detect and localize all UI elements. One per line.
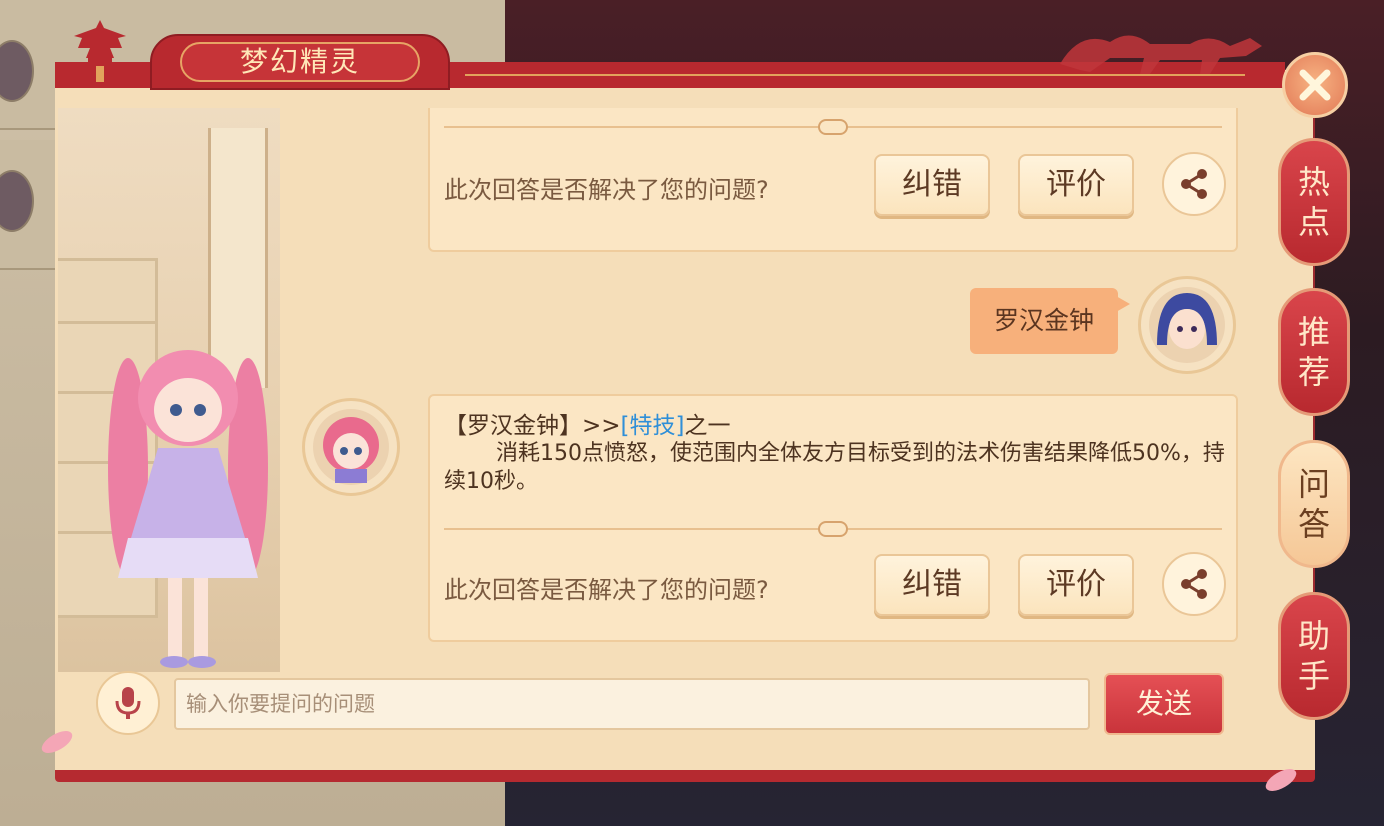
rate-button[interactable]: 评价 [1018,154,1134,216]
question-input[interactable] [174,678,1090,730]
fairy-character [108,350,268,668]
tab-assistant[interactable]: 助 手 [1278,592,1350,720]
skill-link[interactable]: [特技] [621,413,685,439]
close-icon [1299,69,1331,101]
tab-label: 推 [1297,313,1330,351]
answer-title: 【罗汉金钟】>>[特技]之一 [444,412,1234,440]
tab-label: 手 [1297,657,1330,695]
tab-label: 点 [1297,203,1330,241]
answer-title-prefix: 【罗汉金钟】>> [444,413,621,439]
feedback-question: 此次回答是否解决了您的问题? [444,176,769,204]
divider [444,119,1222,135]
title-tab: 梦幻精灵 [150,34,450,90]
tab-label: 荐 [1297,353,1330,391]
share-button[interactable] [1162,152,1226,216]
tab-hot[interactable]: 热 点 [1278,138,1350,266]
correct-button[interactable]: 纠错 [874,554,990,616]
tab-label: 问 [1297,465,1330,503]
tab-recommend[interactable]: 推 荐 [1278,288,1350,416]
voice-input-button[interactable] [96,671,160,735]
tab-label: 答 [1297,505,1330,543]
answer-body: 消耗150点愤怒，使范围内全体友方目标受到的法术伤害结果降低50%，持续10秒。 [444,441,1225,494]
send-button[interactable]: 发送 [1104,673,1224,735]
rate-button[interactable]: 评价 [1018,554,1134,616]
tab-label: 助 [1297,617,1330,655]
answer-content: 【罗汉金钟】>>[特技]之一 消耗150点愤怒，使范围内全体友方目标受到的法术伤… [444,412,1234,496]
microphone-icon [115,687,141,719]
share-icon [1181,569,1207,599]
assistant-avatar [302,398,400,496]
pagoda-icon [74,20,126,82]
close-button[interactable] [1282,52,1348,118]
user-message-bubble: 罗汉金钟 [970,288,1130,354]
user-avatar [1138,276,1236,374]
divider [444,521,1222,537]
share-button[interactable] [1162,552,1226,616]
feedback-question: 此次回答是否解决了您的问题? [444,576,769,604]
tab-label: 热 [1297,163,1330,201]
answer-title-suffix: 之一 [684,413,731,439]
feedback-card: 此次回答是否解决了您的问题? 纠错 评价 [428,108,1238,252]
chat-history[interactable]: 此次回答是否解决了您的问题? 纠错 评价 罗汉金钟 【罗汉金钟】>>[特技]之一… [280,108,1255,648]
answer-card: 【罗汉金钟】>>[特技]之一 消耗150点愤怒，使范围内全体友方目标受到的法术伤… [428,394,1238,642]
correct-button[interactable]: 纠错 [874,154,990,216]
share-icon [1181,169,1207,199]
assistant-scene [58,108,280,672]
window-title: 梦幻精灵 [239,45,360,78]
galloping-horse-icon [1060,35,1262,74]
tab-qa[interactable]: 问 答 [1278,440,1350,568]
